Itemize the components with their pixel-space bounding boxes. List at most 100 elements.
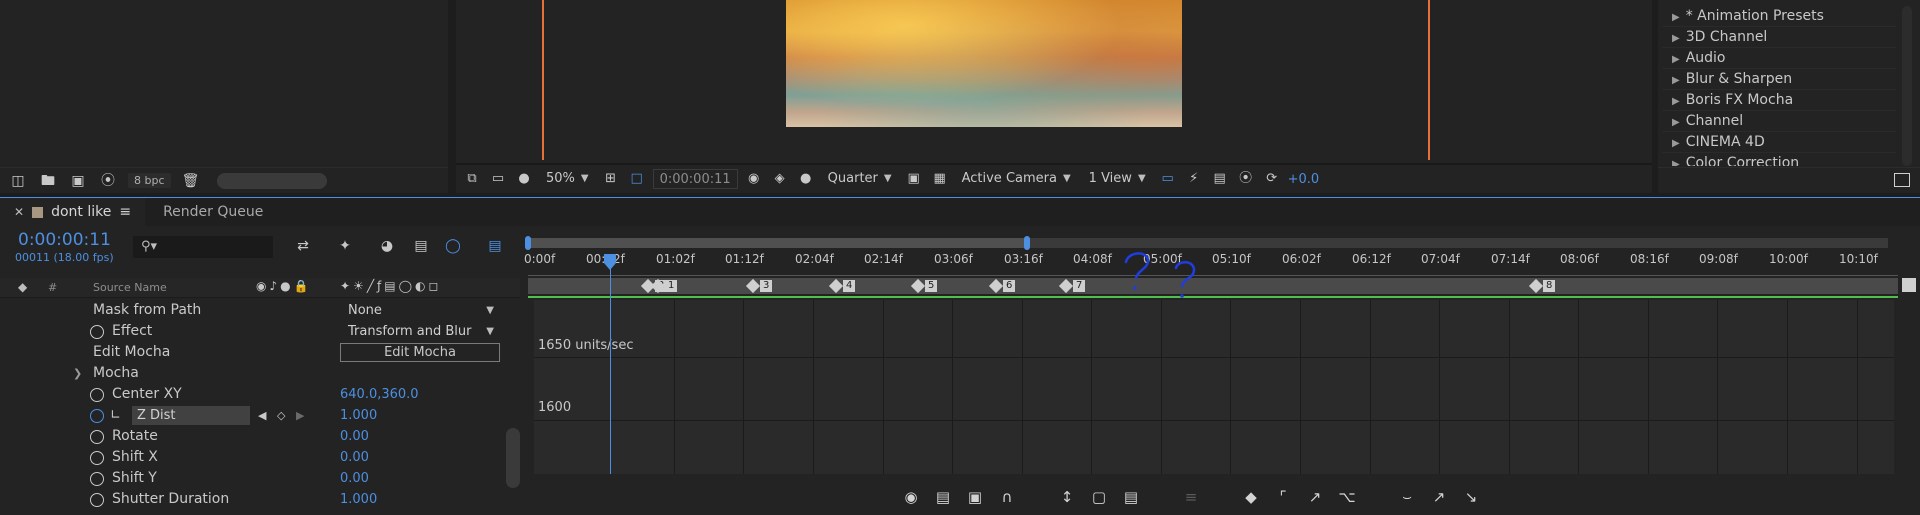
tab-composition[interactable]: ✕ dont like ≡ <box>0 198 146 226</box>
marker-track[interactable]: 2 1 3 4 5 6 7 8 <box>528 278 1898 294</box>
easy-ease-icon[interactable]: ⌣ <box>1396 487 1418 507</box>
new-folder-icon[interactable]: 🖿 <box>38 173 58 189</box>
prev-keyframe-icon[interactable]: ◀ <box>258 405 266 426</box>
auto-bezier-icon[interactable]: ⌥ <box>1336 487 1358 507</box>
comp-marker[interactable]: 1 <box>650 278 678 294</box>
playhead-line[interactable] <box>610 258 611 474</box>
edit-mocha-button[interactable]: Edit Mocha <box>340 343 500 362</box>
linear-keyframe-icon[interactable]: ↗ <box>1304 487 1326 507</box>
reset-exposure-icon[interactable]: ⟳ <box>1262 170 1282 188</box>
resolution-select[interactable]: Quarter ▼ <box>822 169 898 189</box>
effect-dropdown[interactable]: Transform and Blur ▼ <box>340 322 500 341</box>
channels-icon[interactable]: ● <box>796 170 816 188</box>
comp-marker[interactable]: 4 <box>828 278 856 294</box>
rotate-value[interactable]: 0.00 <box>340 426 369 447</box>
frame-blending-icon[interactable]: ▤ <box>410 238 432 256</box>
property-name-selected[interactable]: Z Dist <box>132 406 250 425</box>
center-xy-value[interactable]: 640.0,360.0 <box>340 384 419 405</box>
stopwatch-icon[interactable] <box>90 430 104 444</box>
graph-editor-icon[interactable]: ▤ <box>484 238 506 256</box>
motion-blur-icon[interactable]: ◯ <box>442 238 464 256</box>
shift-y-value[interactable]: 0.00 <box>340 468 369 489</box>
time-navigator-start-handle[interactable] <box>525 236 531 250</box>
label-tag-icon[interactable]: ◆ <box>18 280 27 294</box>
snap-magnet-icon[interactable]: ∩ <box>996 487 1018 507</box>
zoom-handle-icon[interactable] <box>1902 278 1916 292</box>
hamburger-menu-icon[interactable]: ≡ <box>119 204 131 220</box>
effects-category[interactable]: ▶ Channel <box>1662 111 1896 132</box>
comp-marker[interactable]: 8 <box>1528 278 1556 294</box>
toggle-pixel-aspect-icon[interactable]: ▭ <box>1158 170 1178 188</box>
comp-marker[interactable]: 3 <box>745 278 773 294</box>
next-keyframe-icon[interactable]: ▶ <box>296 405 304 426</box>
viewer-timecode[interactable]: 0:00:00:11 <box>652 169 738 189</box>
add-keyframe-icon[interactable]: ◇ <box>277 405 285 426</box>
fit-all-icon[interactable]: ▤ <box>1120 487 1142 507</box>
composition-flowchart-icon[interactable]: ⇄ <box>292 238 314 256</box>
zoom-select[interactable]: 50% ▼ <box>540 169 595 189</box>
timeline-icon[interactable]: ▤ <box>1210 170 1230 188</box>
stopwatch-icon[interactable] <box>90 451 104 465</box>
shift-x-value[interactable]: 0.00 <box>340 447 369 468</box>
effects-category[interactable]: ▶ Color Correction <box>1662 153 1896 166</box>
easy-ease-out-icon[interactable]: ↘ <box>1460 487 1482 507</box>
camera-select[interactable]: Active Camera ▼ <box>956 169 1077 189</box>
project-search-field[interactable] <box>216 172 327 189</box>
effects-scrollbar[interactable] <box>1902 6 1912 166</box>
property-list-scrollbar[interactable] <box>506 428 520 488</box>
z-dist-value[interactable]: 1.000 <box>340 405 377 426</box>
transform-box-icon[interactable]: ▣ <box>964 487 986 507</box>
transparency-grid-icon[interactable]: ▦ <box>930 170 950 188</box>
effects-category[interactable]: ▶ * Animation Presets <box>1662 6 1896 27</box>
graph-type-icon[interactable]: ▤ <box>932 487 954 507</box>
effects-category[interactable]: ▶ Boris FX Mocha <box>1662 90 1896 111</box>
tab-render-queue[interactable]: Render Queue <box>145 204 281 220</box>
auto-zoom-height-icon[interactable]: ↕ <box>1056 487 1078 507</box>
mask-path-icon[interactable]: □ <box>627 170 647 188</box>
monitor-icon[interactable]: ▭ <box>488 170 508 188</box>
shy-layers-icon[interactable]: ◕ <box>376 238 398 256</box>
effects-category[interactable]: ▶ 3D Channel <box>1662 27 1896 48</box>
eye-icon[interactable]: ◉ <box>900 487 922 507</box>
show-snapshot-icon[interactable]: ◈ <box>770 170 790 188</box>
mask-visibility-icon[interactable]: ● <box>514 170 534 188</box>
time-navigator-range[interactable] <box>528 238 1026 248</box>
shutter-duration-value[interactable]: 1.000 <box>340 489 377 510</box>
grid-guides-icon[interactable]: ⊞ <box>601 170 621 188</box>
effects-category[interactable]: ▶ Blur & Sharpen <box>1662 69 1896 90</box>
flowchart-icon[interactable]: ⦿ <box>98 173 118 189</box>
column-source-name[interactable]: Source Name <box>93 281 167 294</box>
easy-ease-in-icon[interactable]: ↗ <box>1428 487 1450 507</box>
chevron-right-icon[interactable]: ❯ <box>73 363 82 384</box>
stopwatch-icon[interactable] <box>90 325 104 339</box>
comp-marker[interactable]: 6 <box>988 278 1016 294</box>
effects-category[interactable]: ▶ Audio <box>1662 48 1896 69</box>
close-icon[interactable]: ✕ <box>14 205 24 219</box>
color-depth-label[interactable]: 8 bpc <box>128 173 171 188</box>
stopwatch-active-icon[interactable] <box>90 409 104 423</box>
hold-keyframe-icon[interactable]: ⌜ <box>1272 487 1294 507</box>
fit-selection-icon[interactable]: ▢ <box>1088 487 1110 507</box>
region-of-interest-icon[interactable]: ▣ <box>904 170 924 188</box>
effects-category[interactable]: ▶ CINEMA 4D <box>1662 132 1896 153</box>
stopwatch-icon[interactable] <box>90 472 104 486</box>
flowchart-icon[interactable]: ⦿ <box>1236 170 1256 188</box>
layer-search-input[interactable]: ⚲▾ <box>133 236 273 258</box>
playhead-handle[interactable] <box>603 254 617 270</box>
current-time-display[interactable]: 0:00:00:11 <box>18 230 111 250</box>
stopwatch-icon[interactable] <box>90 493 104 507</box>
snapshot-camera-icon[interactable]: ◉ <box>744 170 764 188</box>
interpret-footage-icon[interactable]: ◫ <box>8 173 28 189</box>
view-layout-select[interactable]: 1 View ▼ <box>1083 169 1152 189</box>
always-preview-icon[interactable]: ⧉ <box>462 170 482 188</box>
comp-marker[interactable]: 5 <box>910 278 938 294</box>
edit-keyframe-icon[interactable]: ◆ <box>1240 487 1262 507</box>
separate-dimensions-icon[interactable]: ≡ <box>1180 487 1202 507</box>
fast-previews-icon[interactable]: ⚡ <box>1184 170 1204 188</box>
graph-editor-area[interactable]: 1650 units/sec 1600 <box>534 300 1894 474</box>
mask-from-path-dropdown[interactable]: None ▼ <box>340 301 500 320</box>
new-item-icon[interactable] <box>1894 173 1910 187</box>
comp-marker[interactable]: 7 <box>1058 278 1086 294</box>
new-composition-icon[interactable]: ▣ <box>68 173 88 189</box>
column-hash[interactable]: # <box>48 281 57 294</box>
